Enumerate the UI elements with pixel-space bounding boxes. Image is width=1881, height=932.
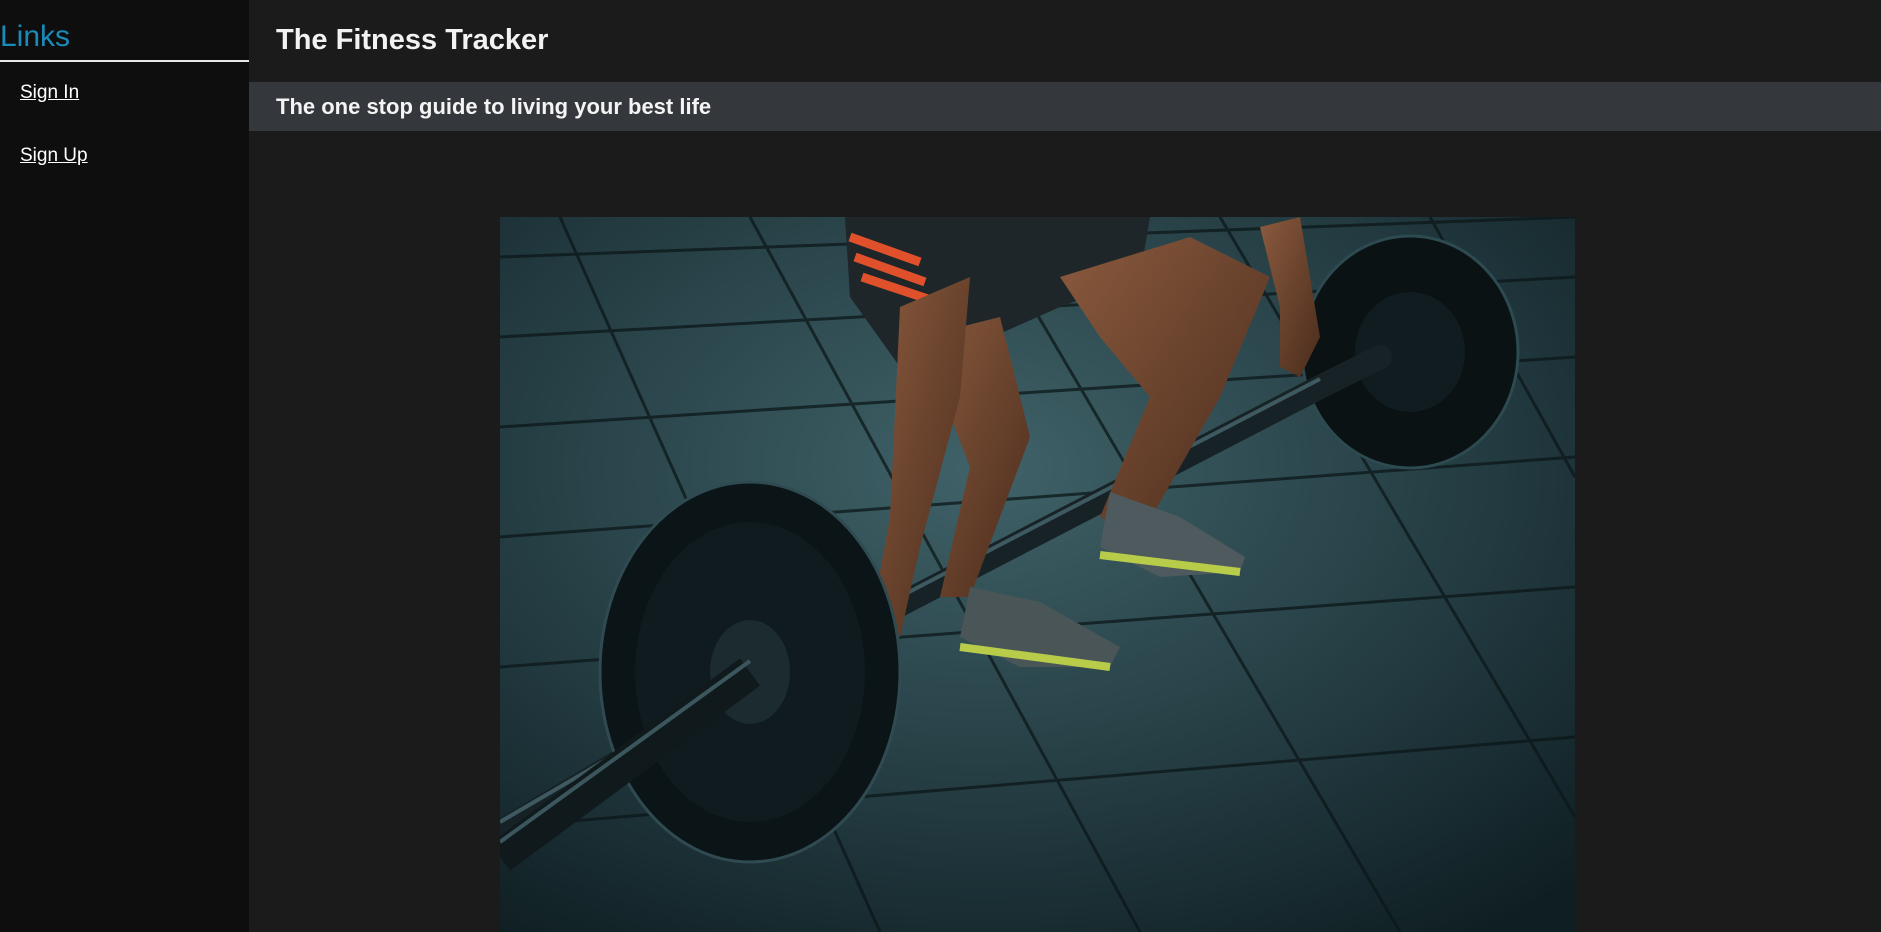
sign-in-link[interactable]: Sign In xyxy=(20,82,79,104)
page-title: The Fitness Tracker xyxy=(276,24,549,56)
sidebar: Links Sign In Sign Up xyxy=(0,0,249,932)
sidebar-heading: Links xyxy=(0,0,249,62)
barbell-deadlift-photo-icon xyxy=(500,217,1575,932)
sign-up-link[interactable]: Sign Up xyxy=(20,145,88,167)
hero-image xyxy=(500,217,1575,932)
main-content: The Fitness Tracker The one stop guide t… xyxy=(249,0,1881,932)
subheader-text: The one stop guide to living your best l… xyxy=(276,94,712,119)
subheader-bar: The one stop guide to living your best l… xyxy=(249,82,1881,131)
sidebar-heading-text: Links xyxy=(0,20,71,53)
